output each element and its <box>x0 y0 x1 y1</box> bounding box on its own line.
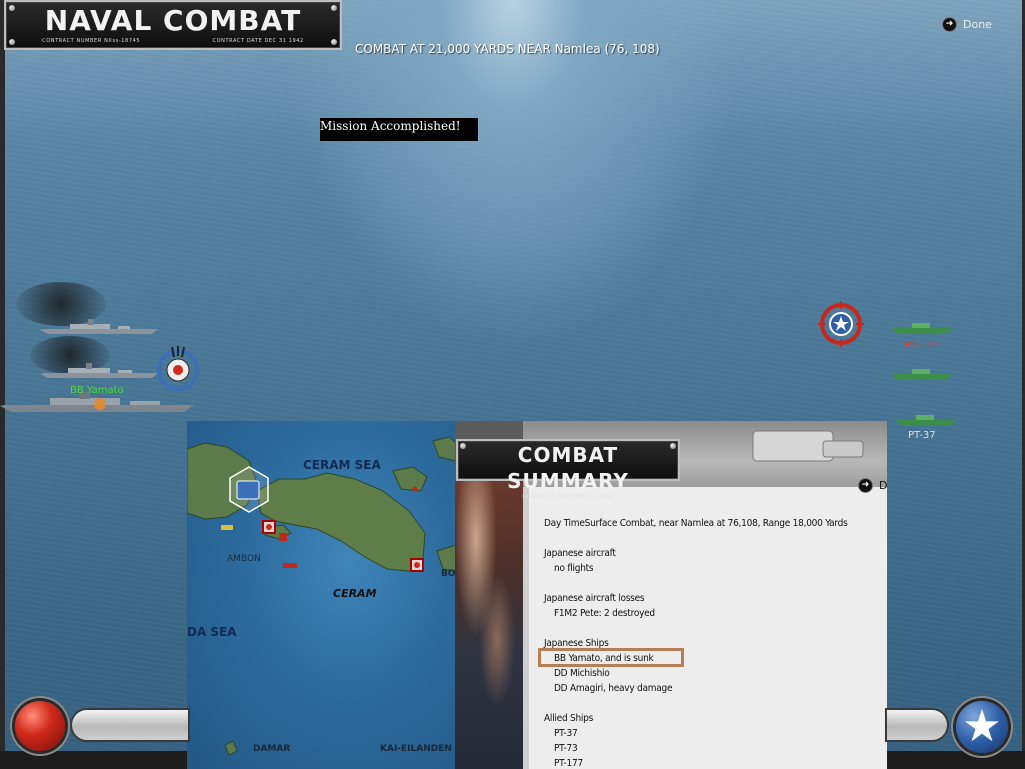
contract-date: CONTRACT DATE DEC 31 1942 <box>212 38 304 44</box>
map-label-ceram-sea: CERAM SEA <box>303 458 381 472</box>
ship-pt-boat-1[interactable] <box>892 320 952 336</box>
crosshair-rising-sun-icon[interactable] <box>154 344 202 392</box>
done-button[interactable]: ➜ Done <box>942 17 992 32</box>
report-line: no flights <box>554 563 594 574</box>
summary-done-button[interactable]: ➜ D <box>858 478 887 493</box>
ship-pt-boat-2[interactable] <box>892 366 952 382</box>
summary-plate: COMBAT SUMMARY CONTRACT DATE DEC 31 1942 <box>456 439 680 500</box>
map-label-ambon: AMBON <box>227 554 261 564</box>
photo-strip <box>455 481 525 769</box>
title-plate: NAVAL COMBAT CONTRACT NUMBER NXss-18745 … <box>4 0 342 50</box>
arrow-right-circle-icon: ➜ <box>858 478 873 493</box>
ship-destroyer-1[interactable] <box>40 318 160 338</box>
map-label-kai: KAI-EILANDEN <box>380 744 452 754</box>
report-line: Allied Ships <box>544 713 594 724</box>
map-label-ceram: CERAM <box>333 587 377 600</box>
report-line: PT-73 <box>554 743 578 754</box>
crosshair-us-star-icon[interactable] <box>818 301 864 347</box>
report-line: Japanese aircraft losses <box>544 593 645 604</box>
page-title: NAVAL COMBAT <box>44 4 302 37</box>
report-spacer <box>544 696 848 711</box>
rivet-icon <box>331 5 337 11</box>
report-spacer <box>544 531 848 546</box>
summary-title: COMBAT SUMMARY <box>507 443 629 493</box>
us-star-icon[interactable]: ★ <box>956 701 1008 753</box>
ship-label-pt-177: PT-177 <box>905 340 939 351</box>
map-terrain <box>187 436 456 756</box>
rivet-icon <box>9 39 15 45</box>
report-spacer <box>544 576 848 591</box>
speed-slider-left[interactable] <box>72 710 188 740</box>
combat-headline: COMBAT AT 21,000 YARDS NEAR Namlea (76, … <box>355 42 660 56</box>
map-label-damar: DAMAR <box>253 744 291 754</box>
rivet-icon <box>9 5 15 11</box>
report-spacer <box>544 621 848 636</box>
summary-done-label: D <box>879 479 887 492</box>
highlight-box <box>538 648 684 667</box>
report-line: PT-177 <box>554 758 583 769</box>
contract-info: CONTRACT NUMBER NXss-18745 CONTRACT DATE… <box>6 38 340 44</box>
contract-number: CONTRACT NUMBER NXss-18745 <box>42 38 141 44</box>
report-line: PT-37 <box>554 728 578 739</box>
rivet-icon <box>670 443 676 449</box>
ship-destroyer-2[interactable] <box>40 362 160 382</box>
mission-banner: Mission Accomplished! <box>320 118 478 141</box>
arrow-right-circle-icon: ➜ <box>942 17 957 32</box>
battle-scene: NAVAL COMBAT CONTRACT NUMBER NXss-18745 … <box>0 0 1025 769</box>
combat-report: Day TimeSurface Combat, near Namlea at 7… <box>544 516 848 769</box>
frame-left <box>0 0 5 769</box>
done-label: Done <box>963 18 992 31</box>
report-line: Japanese aircraft <box>544 548 616 559</box>
report-line: DD Amagiri, heavy damage <box>554 683 673 694</box>
red-action-button[interactable] <box>15 701 65 751</box>
summary-date: CONTRACT DATE DEC 31 1942 <box>458 494 678 500</box>
map-label-bo: BO <box>441 569 456 579</box>
map-label-banda-sea: DA SEA <box>187 625 237 639</box>
speed-slider-right[interactable] <box>887 710 947 740</box>
strategic-map[interactable]: CERAM SEA AMBON CERAM DA SEA DAMAR KAI-E… <box>187 421 456 769</box>
report-line: Day TimeSurface Combat, near Namlea at 7… <box>544 518 848 529</box>
ship-pt-boat-3[interactable] <box>896 412 956 428</box>
summary-date-text: CONTRACT DATE DEC 31 1942 <box>522 494 614 500</box>
ship-label-pt-37: PT-37 <box>908 430 936 441</box>
combat-summary-panel: COMBAT SUMMARY CONTRACT DATE DEC 31 1942… <box>455 421 887 769</box>
rivet-icon <box>331 39 337 45</box>
report-line: DD Michishio <box>554 668 610 679</box>
report-line: F1M2 Pete: 2 destroyed <box>554 608 655 619</box>
ship-label-japanese: BB Yamato <box>70 385 124 396</box>
rivet-icon <box>460 443 466 449</box>
